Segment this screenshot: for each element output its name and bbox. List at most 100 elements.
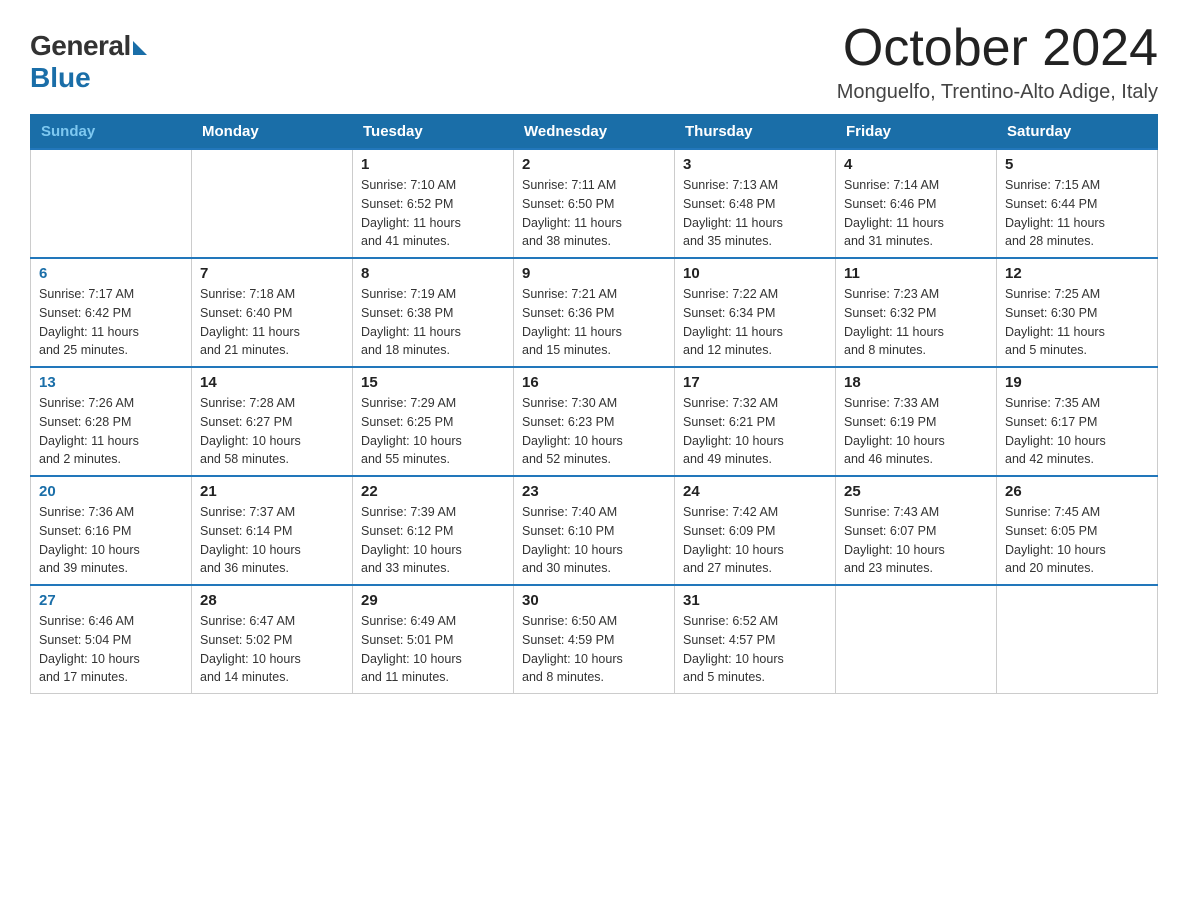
day-info: Sunrise: 7:11 AM Sunset: 6:50 PM Dayligh… [522, 176, 666, 251]
calendar-cell: 18 Sunrise: 7:33 AM Sunset: 6:19 PM Dayli… [836, 367, 997, 476]
day-number: 13 [39, 374, 183, 391]
calendar-cell: 10 Sunrise: 7:22 AM Sunset: 6:34 PM Dayli… [675, 258, 836, 367]
calendar-cell: 7 Sunrise: 7:18 AM Sunset: 6:40 PM Daylig… [192, 258, 353, 367]
logo-triangle-icon [133, 41, 147, 55]
weekday-header-thursday: Thursday [675, 115, 836, 150]
day-info: Sunrise: 7:21 AM Sunset: 6:36 PM Dayligh… [522, 285, 666, 360]
calendar-table: SundayMondayTuesdayWednesdayThursdayFrid… [30, 114, 1158, 694]
day-info: Sunrise: 7:25 AM Sunset: 6:30 PM Dayligh… [1005, 285, 1149, 360]
week-row-2: 6Sunrise: 7:17 AM Sunset: 6:42 PM Daylig… [31, 258, 1158, 367]
day-number: 16 [522, 374, 666, 391]
day-number: 31 [683, 592, 827, 609]
day-info: Sunrise: 7:30 AM Sunset: 6:23 PM Dayligh… [522, 394, 666, 469]
week-row-4: 20 Sunrise: 7:36 AM Sunset: 6:16 PM Dayli… [31, 476, 1158, 585]
calendar-cell: 22Sunrise: 7:39 AM Sunset: 6:12 PM Dayli… [353, 476, 514, 585]
calendar-cell: 27 Sunrise: 6:46 AM Sunset: 5:04 PM Dayli… [31, 585, 192, 694]
calendar-cell [31, 149, 192, 258]
calendar-title: October 2024 [837, 20, 1158, 77]
week-row-5: 27 Sunrise: 6:46 AM Sunset: 5:04 PM Dayli… [31, 585, 1158, 694]
calendar-cell: 30 Sunrise: 6:50 AM Sunset: 4:59 PM Dayli… [514, 585, 675, 694]
day-info: Sunrise: 7:33 AM Sunset: 6:19 PM Dayligh… [844, 394, 988, 469]
calendar-cell [997, 585, 1158, 694]
day-info: Sunrise: 7:35 AM Sunset: 6:17 PM Dayligh… [1005, 394, 1149, 469]
calendar-cell: 24Sunrise: 7:42 AM Sunset: 6:09 PM Dayli… [675, 476, 836, 585]
day-number: 10 [683, 265, 827, 282]
day-number: 5 [1005, 156, 1149, 173]
day-number: 24 [683, 483, 827, 500]
day-info: Sunrise: 7:18 AM Sunset: 6:40 PM Dayligh… [200, 285, 344, 360]
calendar-cell: 1 Sunrise: 7:10 AM Sunset: 6:52 PM Daylig… [353, 149, 514, 258]
day-info: Sunrise: 6:46 AM Sunset: 5:04 PM Dayligh… [39, 612, 183, 687]
calendar-cell: 16 Sunrise: 7:30 AM Sunset: 6:23 PM Dayli… [514, 367, 675, 476]
calendar-subtitle: Monguelfo, Trentino-Alto Adige, Italy [837, 81, 1158, 104]
day-number: 3 [683, 156, 827, 173]
day-number: 29 [361, 592, 505, 609]
calendar-cell: 20 Sunrise: 7:36 AM Sunset: 6:16 PM Dayli… [31, 476, 192, 585]
calendar-cell: 26 Sunrise: 7:45 AM Sunset: 6:05 PM Dayli… [997, 476, 1158, 585]
day-number: 7 [200, 265, 344, 282]
day-number: 2 [522, 156, 666, 173]
day-number: 23 [522, 483, 666, 500]
day-info: Sunrise: 6:50 AM Sunset: 4:59 PM Dayligh… [522, 612, 666, 687]
calendar-cell: 28Sunrise: 6:47 AM Sunset: 5:02 PM Dayli… [192, 585, 353, 694]
calendar-cell [836, 585, 997, 694]
logo: General Blue [30, 30, 147, 94]
calendar-cell: 17 Sunrise: 7:32 AM Sunset: 6:21 PM Dayli… [675, 367, 836, 476]
calendar-cell: 8Sunrise: 7:19 AM Sunset: 6:38 PM Daylig… [353, 258, 514, 367]
day-info: Sunrise: 7:26 AM Sunset: 6:28 PM Dayligh… [39, 394, 183, 469]
calendar-cell: 14 Sunrise: 7:28 AM Sunset: 6:27 PM Dayli… [192, 367, 353, 476]
day-number: 17 [683, 374, 827, 391]
weekday-header-monday: Monday [192, 115, 353, 150]
day-number: 18 [844, 374, 988, 391]
logo-general-text: General [30, 30, 131, 62]
day-info: Sunrise: 7:23 AM Sunset: 6:32 PM Dayligh… [844, 285, 988, 360]
day-number: 15 [361, 374, 505, 391]
calendar-cell: 21 Sunrise: 7:37 AM Sunset: 6:14 PM Dayli… [192, 476, 353, 585]
calendar-cell: 5 Sunrise: 7:15 AM Sunset: 6:44 PM Daylig… [997, 149, 1158, 258]
logo-blue-text: Blue [30, 62, 91, 94]
day-number: 1 [361, 156, 505, 173]
day-info: Sunrise: 7:13 AM Sunset: 6:48 PM Dayligh… [683, 176, 827, 251]
calendar-cell: 23 Sunrise: 7:40 AM Sunset: 6:10 PM Dayli… [514, 476, 675, 585]
day-number: 6 [39, 265, 183, 282]
calendar-cell: 11Sunrise: 7:23 AM Sunset: 6:32 PM Dayli… [836, 258, 997, 367]
day-info: Sunrise: 7:36 AM Sunset: 6:16 PM Dayligh… [39, 503, 183, 578]
week-row-3: 13 Sunrise: 7:26 AM Sunset: 6:28 PM Dayli… [31, 367, 1158, 476]
day-info: Sunrise: 6:52 AM Sunset: 4:57 PM Dayligh… [683, 612, 827, 687]
day-info: Sunrise: 7:29 AM Sunset: 6:25 PM Dayligh… [361, 394, 505, 469]
calendar-cell: 9 Sunrise: 7:21 AM Sunset: 6:36 PM Daylig… [514, 258, 675, 367]
day-info: Sunrise: 7:32 AM Sunset: 6:21 PM Dayligh… [683, 394, 827, 469]
calendar-cell [192, 149, 353, 258]
day-number: 19 [1005, 374, 1149, 391]
weekday-header-friday: Friday [836, 115, 997, 150]
weekday-header-tuesday: Tuesday [353, 115, 514, 150]
calendar-cell: 3 Sunrise: 7:13 AM Sunset: 6:48 PM Daylig… [675, 149, 836, 258]
week-row-1: 1 Sunrise: 7:10 AM Sunset: 6:52 PM Daylig… [31, 149, 1158, 258]
calendar-cell: 19 Sunrise: 7:35 AM Sunset: 6:17 PM Dayli… [997, 367, 1158, 476]
day-info: Sunrise: 7:19 AM Sunset: 6:38 PM Dayligh… [361, 285, 505, 360]
day-number: 30 [522, 592, 666, 609]
calendar-cell: 13 Sunrise: 7:26 AM Sunset: 6:28 PM Dayli… [31, 367, 192, 476]
day-number: 27 [39, 592, 183, 609]
title-block: October 2024 Monguelfo, Trentino-Alto Ad… [837, 20, 1158, 104]
day-number: 14 [200, 374, 344, 391]
day-number: 21 [200, 483, 344, 500]
weekday-header-saturday: Saturday [997, 115, 1158, 150]
day-info: Sunrise: 7:45 AM Sunset: 6:05 PM Dayligh… [1005, 503, 1149, 578]
day-number: 4 [844, 156, 988, 173]
day-info: Sunrise: 7:15 AM Sunset: 6:44 PM Dayligh… [1005, 176, 1149, 251]
calendar-cell: 25Sunrise: 7:43 AM Sunset: 6:07 PM Dayli… [836, 476, 997, 585]
calendar-cell: 2 Sunrise: 7:11 AM Sunset: 6:50 PM Daylig… [514, 149, 675, 258]
calendar-cell: 4Sunrise: 7:14 AM Sunset: 6:46 PM Daylig… [836, 149, 997, 258]
day-number: 9 [522, 265, 666, 282]
day-number: 25 [844, 483, 988, 500]
day-info: Sunrise: 7:22 AM Sunset: 6:34 PM Dayligh… [683, 285, 827, 360]
day-info: Sunrise: 7:37 AM Sunset: 6:14 PM Dayligh… [200, 503, 344, 578]
day-number: 12 [1005, 265, 1149, 282]
day-number: 26 [1005, 483, 1149, 500]
day-info: Sunrise: 7:40 AM Sunset: 6:10 PM Dayligh… [522, 503, 666, 578]
day-info: Sunrise: 7:39 AM Sunset: 6:12 PM Dayligh… [361, 503, 505, 578]
day-info: Sunrise: 7:10 AM Sunset: 6:52 PM Dayligh… [361, 176, 505, 251]
day-number: 20 [39, 483, 183, 500]
day-info: Sunrise: 7:28 AM Sunset: 6:27 PM Dayligh… [200, 394, 344, 469]
